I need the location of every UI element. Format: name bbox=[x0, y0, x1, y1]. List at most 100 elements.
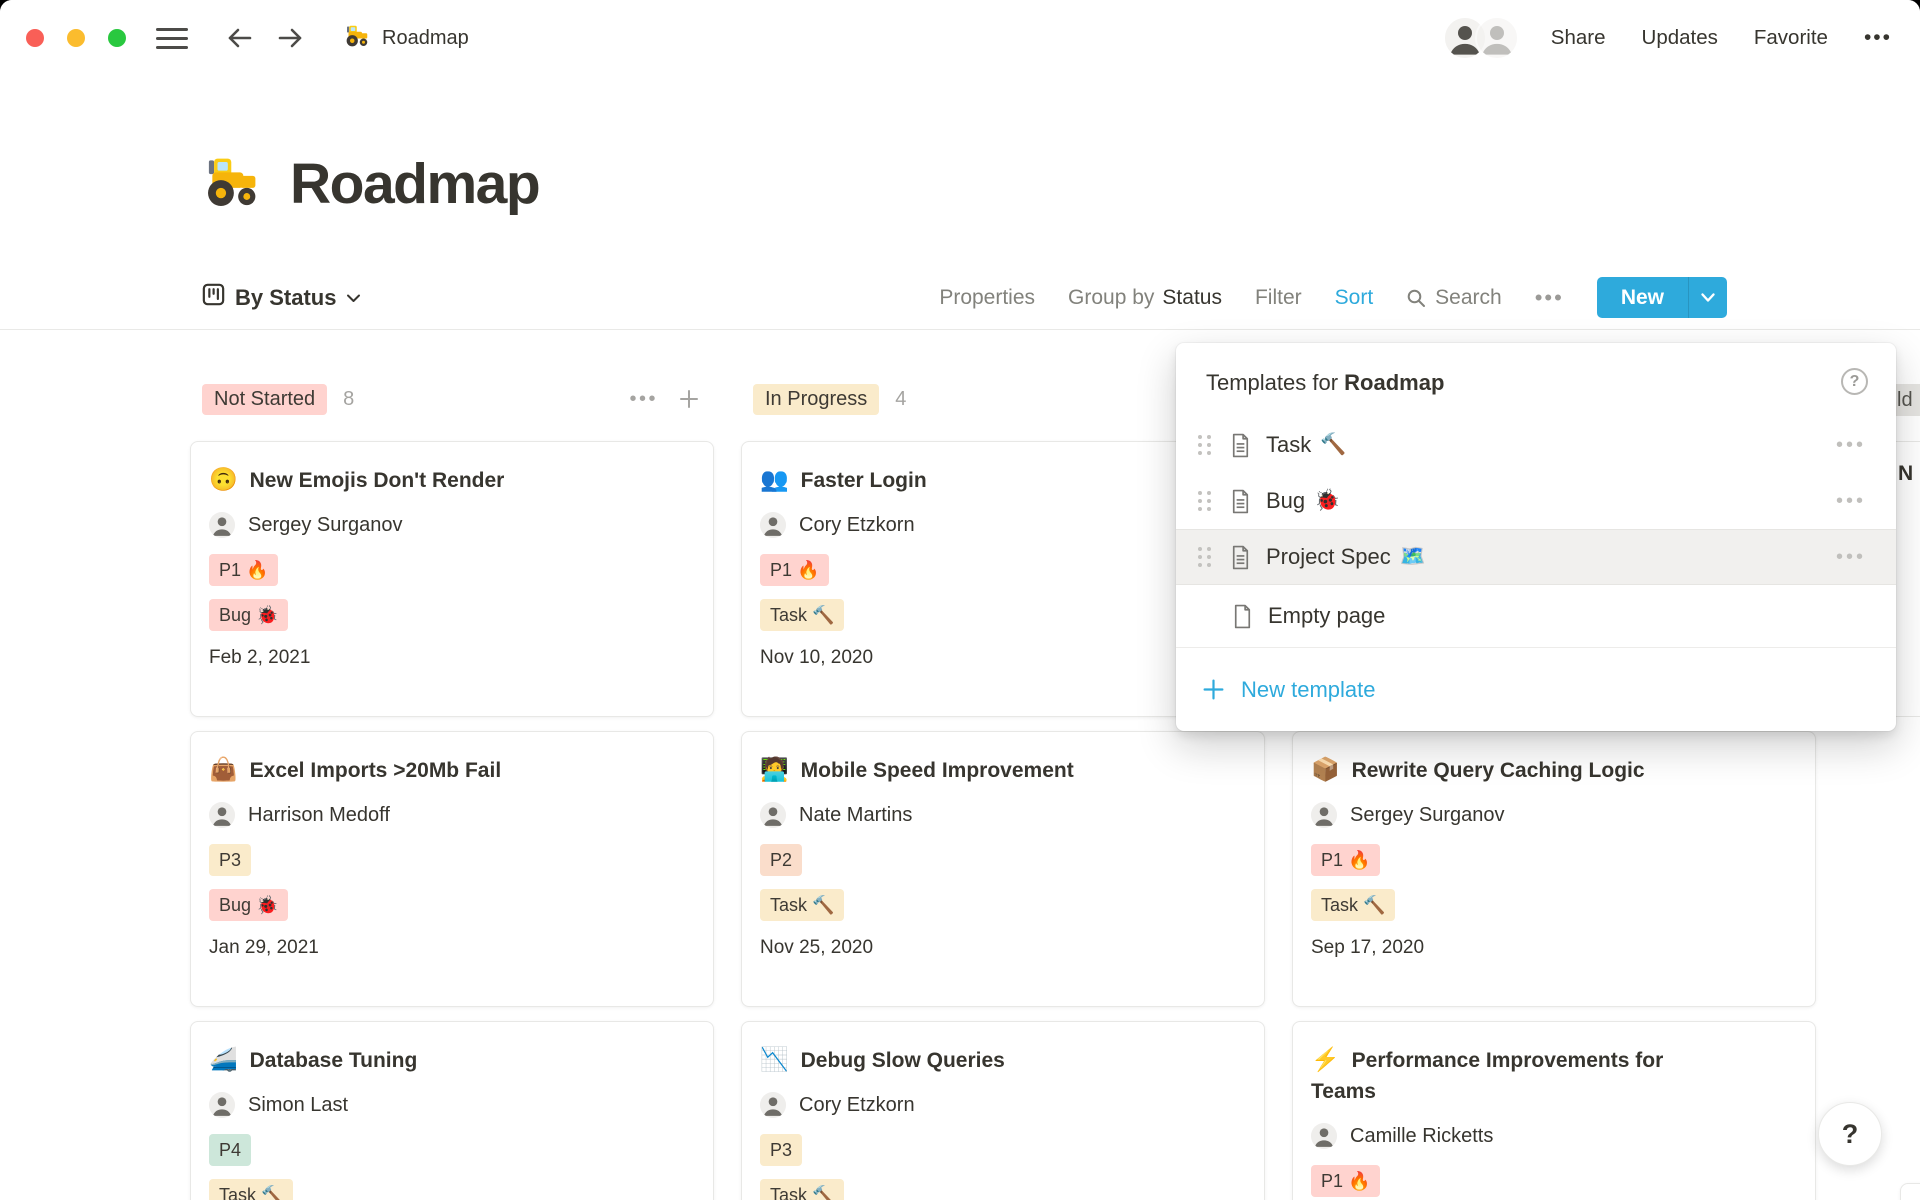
zoom-window-button[interactable] bbox=[108, 29, 126, 47]
priority-badge: P1 🔥 bbox=[1311, 1165, 1380, 1197]
template-item-task[interactable]: Task 🔨 ••• bbox=[1176, 417, 1896, 473]
drag-handle-icon[interactable] bbox=[1198, 435, 1212, 455]
column-more-icon[interactable]: ••• bbox=[629, 388, 658, 411]
back-arrow-icon[interactable] bbox=[226, 26, 253, 50]
card-assignee: Sergey Surganov bbox=[1311, 802, 1797, 828]
new-button-group: New bbox=[1597, 277, 1727, 318]
sort-button[interactable]: Sort bbox=[1335, 286, 1374, 310]
templates-popup-header: Templates for Roadmap ? bbox=[1176, 343, 1896, 417]
card[interactable]: ⚡Performance Improvements for Teams Cami… bbox=[1292, 1021, 1816, 1200]
card[interactable]: 🚄Database Tuning Simon Last P4 Task 🔨 bbox=[190, 1021, 714, 1200]
page-tractor-icon[interactable] bbox=[202, 150, 264, 217]
view-name: By Status bbox=[235, 285, 336, 311]
new-template-label: New template bbox=[1241, 677, 1376, 703]
template-item-empty-page[interactable]: Empty page bbox=[1176, 585, 1896, 647]
breadcrumb-title: Roadmap bbox=[382, 27, 469, 50]
card-assignee: Harrison Medoff bbox=[209, 802, 695, 828]
card-date: Nov 25, 2020 bbox=[760, 937, 1246, 959]
priority-badge: P3 bbox=[209, 844, 251, 876]
collaborator-avatars[interactable] bbox=[1443, 16, 1519, 60]
card[interactable]: 🙃New Emojis Don't Render Sergey Surganov… bbox=[190, 441, 714, 717]
new-button[interactable]: New bbox=[1597, 277, 1688, 318]
templates-popup: Templates for Roadmap ? Task 🔨 ••• Bug 🐞… bbox=[1176, 343, 1896, 731]
priority-badge: P1 🔥 bbox=[209, 554, 278, 586]
card[interactable]: 🧑‍💻Mobile Speed Improvement Nate Martins… bbox=[741, 731, 1265, 1007]
template-label: Empty page bbox=[1268, 603, 1385, 629]
hammer-icon: 🔨 bbox=[1320, 433, 1346, 457]
card-partial[interactable] bbox=[1900, 1183, 1920, 1200]
card-title-partial: N bbox=[1898, 462, 1913, 486]
card-assignee: Cory Etzkorn bbox=[760, 1092, 1246, 1118]
drag-handle-icon[interactable] bbox=[1198, 491, 1212, 511]
board-view-icon bbox=[202, 283, 225, 312]
template-item-bug[interactable]: Bug 🐞 ••• bbox=[1176, 473, 1896, 529]
new-template-button[interactable]: New template bbox=[1176, 648, 1896, 731]
new-button-dropdown[interactable] bbox=[1688, 277, 1727, 318]
forward-arrow-icon[interactable] bbox=[277, 26, 304, 50]
page-icon bbox=[1230, 545, 1251, 570]
card-title: Performance Improvements for Teams bbox=[1311, 1049, 1663, 1103]
favorite-button[interactable]: Favorite bbox=[1754, 26, 1828, 50]
column-status-badge[interactable]: Not Started bbox=[202, 384, 327, 415]
search-label: Search bbox=[1435, 286, 1502, 310]
priority-badge: P1 🔥 bbox=[760, 554, 829, 586]
card-title: Database Tuning bbox=[250, 1049, 418, 1072]
assignee-name: Cory Etzkorn bbox=[799, 1094, 915, 1117]
template-more-icon[interactable]: ••• bbox=[1836, 490, 1866, 513]
card[interactable]: 📦Rewrite Query Caching Logic Sergey Surg… bbox=[1292, 731, 1816, 1007]
card-emoji: 👜 bbox=[209, 756, 238, 782]
avatar bbox=[760, 1092, 786, 1118]
group-by-button[interactable]: Group by Status bbox=[1068, 286, 1222, 310]
chevron-down-icon bbox=[346, 293, 361, 303]
search-icon bbox=[1406, 288, 1426, 308]
column-add-icon[interactable] bbox=[678, 388, 700, 410]
card-emoji: 🧑‍💻 bbox=[760, 756, 789, 782]
share-button[interactable]: Share bbox=[1551, 26, 1606, 50]
type-badge: Task 🔨 bbox=[1311, 889, 1395, 921]
more-options-icon[interactable]: ••• bbox=[1864, 26, 1892, 50]
template-label: Bug bbox=[1266, 488, 1305, 514]
tractor-icon bbox=[344, 22, 371, 55]
assignee-name: Sergey Surganov bbox=[1350, 804, 1505, 827]
breadcrumb[interactable]: Roadmap bbox=[344, 22, 469, 55]
avatar bbox=[760, 802, 786, 828]
view-switcher[interactable]: By Status bbox=[202, 283, 361, 312]
card[interactable]: 📉Debug Slow Queries Cory Etzkorn P3 Task… bbox=[741, 1021, 1265, 1200]
card-title: Excel Imports >20Mb Fail bbox=[250, 759, 502, 782]
topbar-actions: Share Updates Favorite ••• bbox=[1443, 16, 1892, 60]
type-badge: Bug 🐞 bbox=[209, 889, 288, 921]
template-item-project-spec[interactable]: Project Spec 🗺️ ••• bbox=[1176, 529, 1896, 585]
card-assignee: Simon Last bbox=[209, 1092, 695, 1118]
toolbar-more-icon[interactable]: ••• bbox=[1535, 285, 1564, 311]
type-badge: Task 🔨 bbox=[760, 599, 844, 631]
close-window-button[interactable] bbox=[26, 29, 44, 47]
sidebar-toggle-icon[interactable] bbox=[156, 28, 188, 49]
column-cards: 📦Rewrite Query Caching Logic Sergey Surg… bbox=[1292, 731, 1816, 1200]
properties-button[interactable]: Properties bbox=[939, 286, 1035, 310]
minimize-window-button[interactable] bbox=[67, 29, 85, 47]
avatar bbox=[1311, 1123, 1337, 1149]
help-icon[interactable]: ? bbox=[1841, 368, 1868, 395]
card-date: Sep 17, 2020 bbox=[1311, 937, 1797, 959]
drag-handle-icon[interactable] bbox=[1198, 547, 1212, 567]
search-button[interactable]: Search bbox=[1406, 286, 1502, 310]
page-icon bbox=[1230, 489, 1251, 514]
assignee-name: Sergey Surganov bbox=[248, 514, 403, 537]
assignee-name: Camille Ricketts bbox=[1350, 1125, 1493, 1148]
column-status-badge[interactable]: In Progress bbox=[753, 384, 879, 415]
card-date: Jan 29, 2021 bbox=[209, 937, 695, 959]
updates-button[interactable]: Updates bbox=[1642, 26, 1718, 50]
filter-button[interactable]: Filter bbox=[1255, 286, 1302, 310]
card-emoji: 🙃 bbox=[209, 466, 238, 492]
avatar bbox=[209, 1092, 235, 1118]
priority-badge: P1 🔥 bbox=[1311, 844, 1380, 876]
template-more-icon[interactable]: ••• bbox=[1836, 546, 1866, 569]
blank-page-icon bbox=[1232, 604, 1253, 629]
ladybug-icon: 🐞 bbox=[1314, 489, 1340, 513]
group-by-value: Status bbox=[1162, 286, 1222, 310]
priority-badge: P2 bbox=[760, 844, 802, 876]
template-more-icon[interactable]: ••• bbox=[1836, 434, 1866, 457]
card[interactable]: 👜 Excel Imports >20Mb Fail Harrison Medof… bbox=[190, 731, 714, 1007]
page-title[interactable]: Roadmap bbox=[290, 151, 539, 217]
help-button[interactable]: ? bbox=[1818, 1102, 1882, 1166]
